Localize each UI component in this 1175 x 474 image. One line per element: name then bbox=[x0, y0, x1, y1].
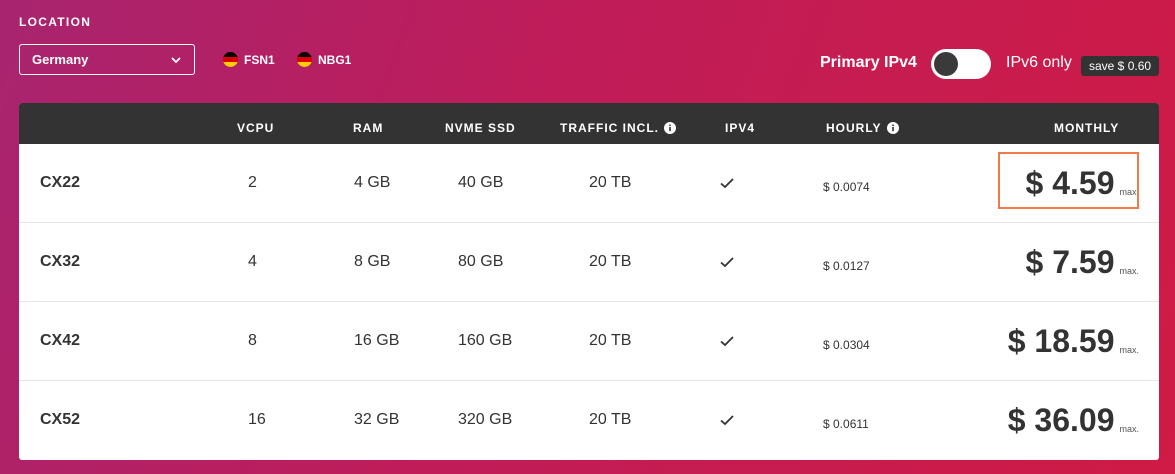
vcpu-value: 8 bbox=[248, 332, 257, 349]
pricing-table: VCPU RAM NVME SSD TRAFFIC INCL. IPV4 HOU… bbox=[19, 103, 1159, 460]
germany-flag-icon bbox=[297, 52, 312, 67]
germany-flag-icon bbox=[223, 52, 238, 67]
check-icon bbox=[719, 381, 735, 459]
save-badge: save $ 0.60 bbox=[1081, 56, 1160, 76]
monthly-amount: $ 18.59 bbox=[1007, 322, 1115, 359]
header-label: IPV4 bbox=[725, 121, 756, 135]
ssd-value: 320 GB bbox=[458, 411, 513, 428]
table-row[interactable]: CX22 2 4 GB 40 GB 20 TB $ 0.0074 $ 4.59 … bbox=[19, 144, 1159, 223]
server-name: CX22 bbox=[40, 174, 81, 191]
hourly-price: $ 0.0127 bbox=[823, 259, 870, 273]
monthly-price: $ 7.59 max. bbox=[1026, 223, 1139, 301]
ssd-value: 160 GB bbox=[458, 332, 513, 349]
info-icon[interactable] bbox=[664, 122, 676, 134]
header-label: VCPU bbox=[237, 121, 275, 135]
hourly-price: $ 0.0611 bbox=[823, 417, 869, 431]
monthly-price: $ 18.59 max. bbox=[1008, 302, 1139, 380]
highlight-box bbox=[998, 152, 1139, 209]
max-label: max. bbox=[1119, 423, 1139, 434]
header-label: HOURLY bbox=[826, 121, 882, 135]
monthly-price: $ 36.09 max. bbox=[1008, 381, 1139, 459]
table-row[interactable]: CX32 4 8 GB 80 GB 20 TB $ 0.0127 $ 7.59 … bbox=[19, 223, 1159, 302]
check-icon bbox=[719, 223, 735, 301]
table-header: VCPU RAM NVME SSD TRAFFIC INCL. IPV4 HOU… bbox=[19, 103, 1159, 144]
ram-value: 16 GB bbox=[354, 332, 400, 349]
toggle-knob bbox=[934, 52, 958, 76]
location-select-value: Germany bbox=[32, 52, 89, 67]
check-icon bbox=[719, 144, 735, 222]
header-label: NVME SSD bbox=[445, 121, 516, 135]
ram-value: 4 GB bbox=[354, 174, 391, 191]
primary-ipv4-label: Primary IPv4 bbox=[820, 54, 917, 71]
traffic-value: 20 TB bbox=[589, 411, 632, 428]
location-select[interactable]: Germany bbox=[19, 44, 195, 75]
hourly-price: $ 0.0304 bbox=[823, 338, 870, 352]
vcpu-value: 16 bbox=[248, 411, 266, 428]
header-label: TRAFFIC INCL. bbox=[560, 121, 659, 135]
header-monthly: MONTHLY bbox=[1054, 122, 1119, 134]
header-vcpu: VCPU bbox=[237, 122, 274, 134]
table-row[interactable]: CX42 8 16 GB 160 GB 20 TB $ 0.0304 $ 18.… bbox=[19, 302, 1159, 381]
header-label: RAM bbox=[353, 121, 384, 135]
ssd-value: 40 GB bbox=[458, 174, 504, 191]
location-label: LOCATION bbox=[19, 15, 92, 29]
server-name: CX42 bbox=[40, 332, 81, 349]
info-icon[interactable] bbox=[886, 122, 899, 134]
table-row[interactable]: CX52 16 32 GB 320 GB 20 TB $ 0.0611 $ 36… bbox=[19, 381, 1159, 460]
ipv6-only-label: IPv6 only bbox=[1006, 54, 1072, 71]
datacenter-fsn1[interactable]: FSN1 bbox=[223, 52, 275, 67]
header-label: MONTHLY bbox=[1054, 121, 1120, 135]
header-ipv4: IPV4 bbox=[725, 122, 755, 134]
check-icon bbox=[719, 302, 735, 380]
traffic-value: 20 TB bbox=[589, 253, 632, 270]
datacenter-label: FSN1 bbox=[244, 52, 275, 67]
ram-value: 8 GB bbox=[354, 253, 391, 270]
primary-ipv4-toggle[interactable] bbox=[931, 49, 991, 79]
server-name: CX32 bbox=[40, 253, 81, 270]
ssd-value: 80 GB bbox=[458, 253, 504, 270]
ram-value: 32 GB bbox=[354, 411, 400, 428]
traffic-value: 20 TB bbox=[589, 332, 632, 349]
traffic-value: 20 TB bbox=[589, 174, 632, 191]
monthly-amount: $ 7.59 bbox=[1025, 243, 1115, 280]
header-ram: RAM bbox=[353, 122, 383, 134]
hourly-price: $ 0.0074 bbox=[823, 180, 870, 194]
header-hourly: HOURLY bbox=[826, 122, 899, 134]
monthly-amount: $ 36.09 bbox=[1007, 401, 1115, 438]
datacenter-nbg1[interactable]: NBG1 bbox=[297, 52, 351, 67]
header-traffic: TRAFFIC INCL. bbox=[560, 122, 676, 134]
datacenter-label: NBG1 bbox=[318, 52, 352, 67]
header-ssd: NVME SSD bbox=[445, 122, 516, 134]
vcpu-value: 4 bbox=[248, 253, 257, 270]
max-label: max. bbox=[1119, 265, 1139, 276]
max-label: max. bbox=[1119, 344, 1139, 355]
chevron-down-icon bbox=[170, 54, 182, 66]
server-name: CX52 bbox=[40, 411, 81, 428]
vcpu-value: 2 bbox=[248, 174, 257, 191]
